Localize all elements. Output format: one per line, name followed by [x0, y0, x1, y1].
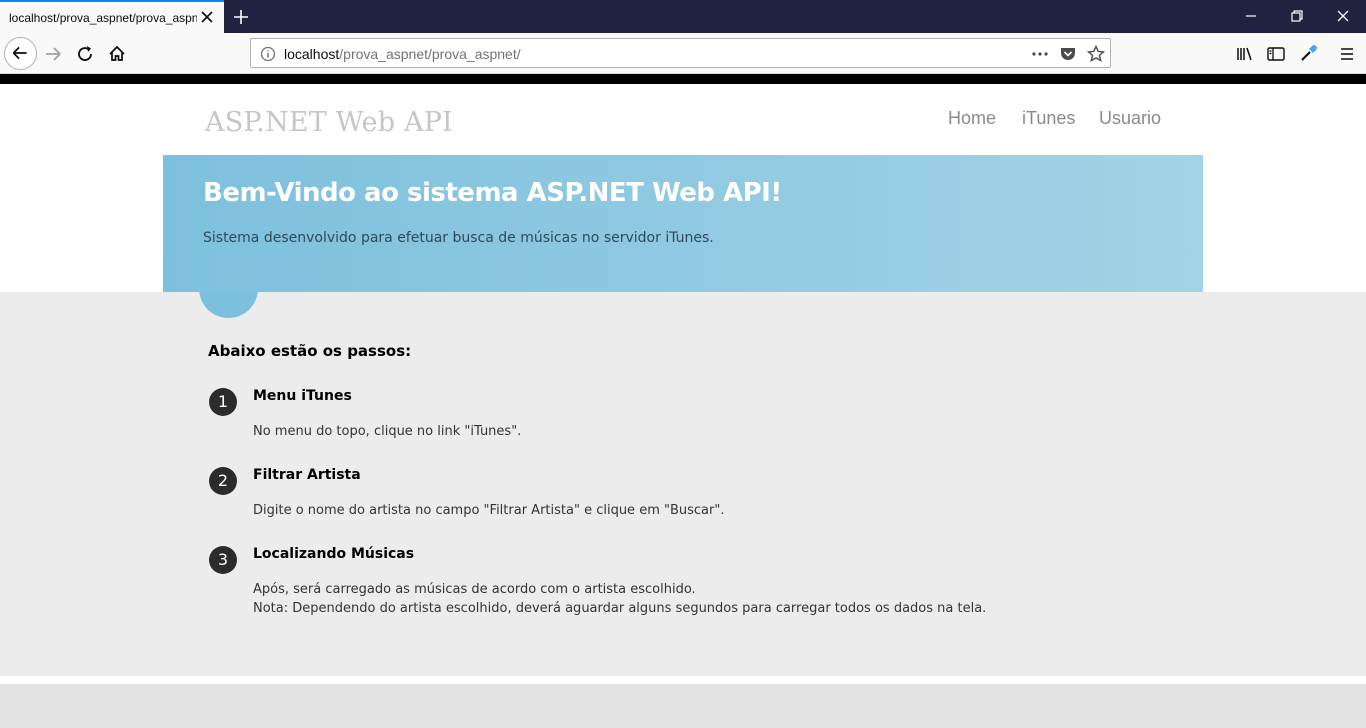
home-icon[interactable]: [102, 39, 132, 69]
step-number: 1: [209, 388, 237, 416]
reload-icon[interactable]: [70, 39, 100, 69]
step-number: 2: [209, 467, 237, 495]
pocket-icon[interactable]: [1059, 45, 1077, 63]
eyedropper-icon[interactable]: [1293, 39, 1323, 69]
step-note: Nota: Dependendo do artista escolhido, d…: [253, 601, 987, 616]
step-heading: Localizando Músicas: [253, 546, 415, 562]
more-icon[interactable]: [1031, 45, 1049, 63]
page-top-border: [0, 74, 1366, 84]
step-description: Digite o nome do artista no campo "Filtr…: [253, 503, 725, 518]
library-icon[interactable]: [1230, 39, 1260, 69]
forward-icon[interactable]: [39, 39, 69, 69]
steps-section: [0, 292, 1366, 676]
url-bar[interactable]: localhost/prova_aspnet/prova_aspnet/: [250, 38, 1111, 68]
close-icon[interactable]: [1335, 8, 1351, 24]
sidebar-icon[interactable]: [1261, 39, 1291, 69]
menu-icon[interactable]: [1332, 39, 1362, 69]
browser-tab[interactable]: localhost/prova_aspnet/prova_aspnet/: [0, 0, 224, 33]
nav-link-usuario[interactable]: Usuario: [1099, 108, 1161, 129]
step-heading: Filtrar Artista: [253, 467, 361, 483]
section-divider: [0, 676, 1366, 684]
browser-toolbar: localhost/prova_aspnet/prova_aspnet/: [0, 33, 1366, 74]
minimize-icon[interactable]: [1243, 8, 1259, 24]
back-button[interactable]: [4, 37, 37, 70]
new-tab-icon[interactable]: [231, 7, 251, 27]
nav-link-home[interactable]: Home: [948, 108, 996, 129]
restore-icon[interactable]: [1289, 8, 1305, 24]
bookmark-star-icon[interactable]: [1087, 45, 1105, 63]
hero-title: Bem-Vindo ao sistema ASP.NET Web API!: [203, 178, 782, 208]
back-icon: [12, 46, 27, 60]
step-description: No menu do topo, clique no link "iTunes"…: [253, 424, 522, 439]
site-brand[interactable]: ASP.NET Web API: [205, 107, 453, 138]
steps-title: Abaixo estão os passos:: [208, 342, 412, 360]
url-host: localhost: [284, 46, 340, 62]
tab-close-icon[interactable]: [199, 9, 215, 25]
tab-title: localhost/prova_aspnet/prova_aspnet/: [9, 11, 197, 25]
nav-link-itunes[interactable]: iTunes: [1022, 108, 1075, 129]
page-footer: [0, 684, 1366, 728]
browser-titlebar: localhost/prova_aspnet/prova_aspnet/: [0, 0, 1366, 33]
step-heading: Menu iTunes: [253, 388, 352, 404]
step-number: 3: [209, 546, 237, 574]
hero-subtitle: Sistema desenvolvido para efetuar busca …: [203, 230, 714, 246]
url-text[interactable]: localhost/prova_aspnet/prova_aspnet/: [284, 46, 521, 62]
step-description: Após, será carregado as músicas de acord…: [253, 582, 696, 597]
hero-banner: Bem-Vindo ao sistema ASP.NET Web API! Si…: [163, 155, 1203, 292]
url-path: /prova_aspnet/prova_aspnet/: [339, 46, 521, 62]
info-icon[interactable]: [260, 46, 276, 62]
